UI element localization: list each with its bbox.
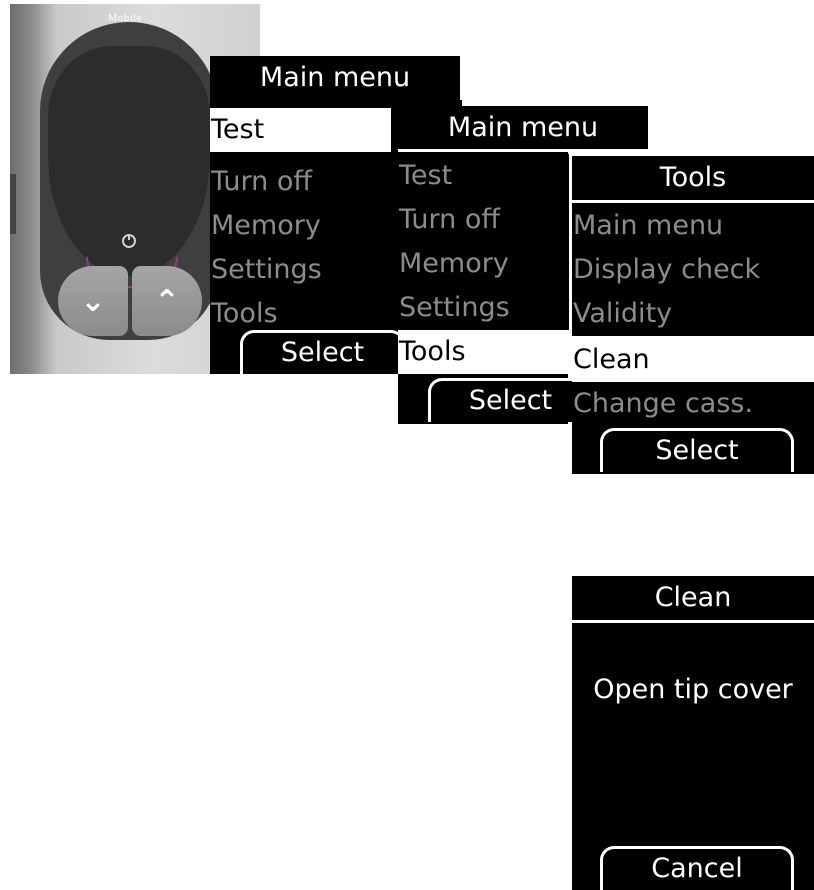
select-softkey[interactable]: Select (240, 330, 405, 374)
menu-item-validity[interactable]: Validity (572, 292, 814, 336)
title-divider (572, 200, 814, 203)
chevron-up-icon: ⌃ (154, 283, 180, 319)
menu-item-tools[interactable]: Tools (398, 330, 569, 374)
menu-item-memory[interactable]: Memory (210, 204, 391, 248)
menu-item-settings[interactable]: Settings (398, 286, 569, 330)
menu-item-main-menu[interactable]: Main menu (572, 204, 814, 248)
screen-title: Main menu (210, 56, 460, 100)
power-icon[interactable] (122, 234, 136, 248)
screen-title: Main menu (398, 106, 648, 150)
screen-clean: Clean Open tip cover Cancel (572, 576, 814, 890)
menu-item-settings[interactable]: Settings (210, 248, 391, 292)
menu-item-clean[interactable]: Clean (572, 338, 814, 382)
cancel-softkey[interactable]: Cancel (600, 846, 794, 890)
menu-item-memory[interactable]: Memory (398, 242, 569, 286)
device-side-grip (10, 174, 16, 234)
menu-item-display-check[interactable]: Display check (572, 248, 814, 292)
select-softkey[interactable]: Select (428, 378, 593, 422)
down-button[interactable]: ⌄ (58, 266, 128, 336)
menu-item-turn-off[interactable]: Turn off (210, 160, 391, 204)
screen-tools-menu: Tools Main menu Display check Validity C… (572, 156, 814, 474)
menu-item-turn-off[interactable]: Turn off (398, 198, 569, 242)
screen-title: Clean (572, 576, 814, 620)
up-button[interactable]: ⌃ (132, 266, 202, 336)
title-divider (572, 620, 814, 623)
menu-item-test[interactable]: Test (210, 108, 391, 152)
screen-title: Tools (572, 156, 814, 200)
chevron-down-icon: ⌄ (80, 283, 106, 319)
menu-item-change-cassette[interactable]: Change cass. (572, 382, 814, 426)
select-softkey[interactable]: Select (600, 428, 794, 472)
menu-item-test[interactable]: Test (398, 154, 569, 198)
instruction-message: Open tip cover (593, 674, 793, 705)
